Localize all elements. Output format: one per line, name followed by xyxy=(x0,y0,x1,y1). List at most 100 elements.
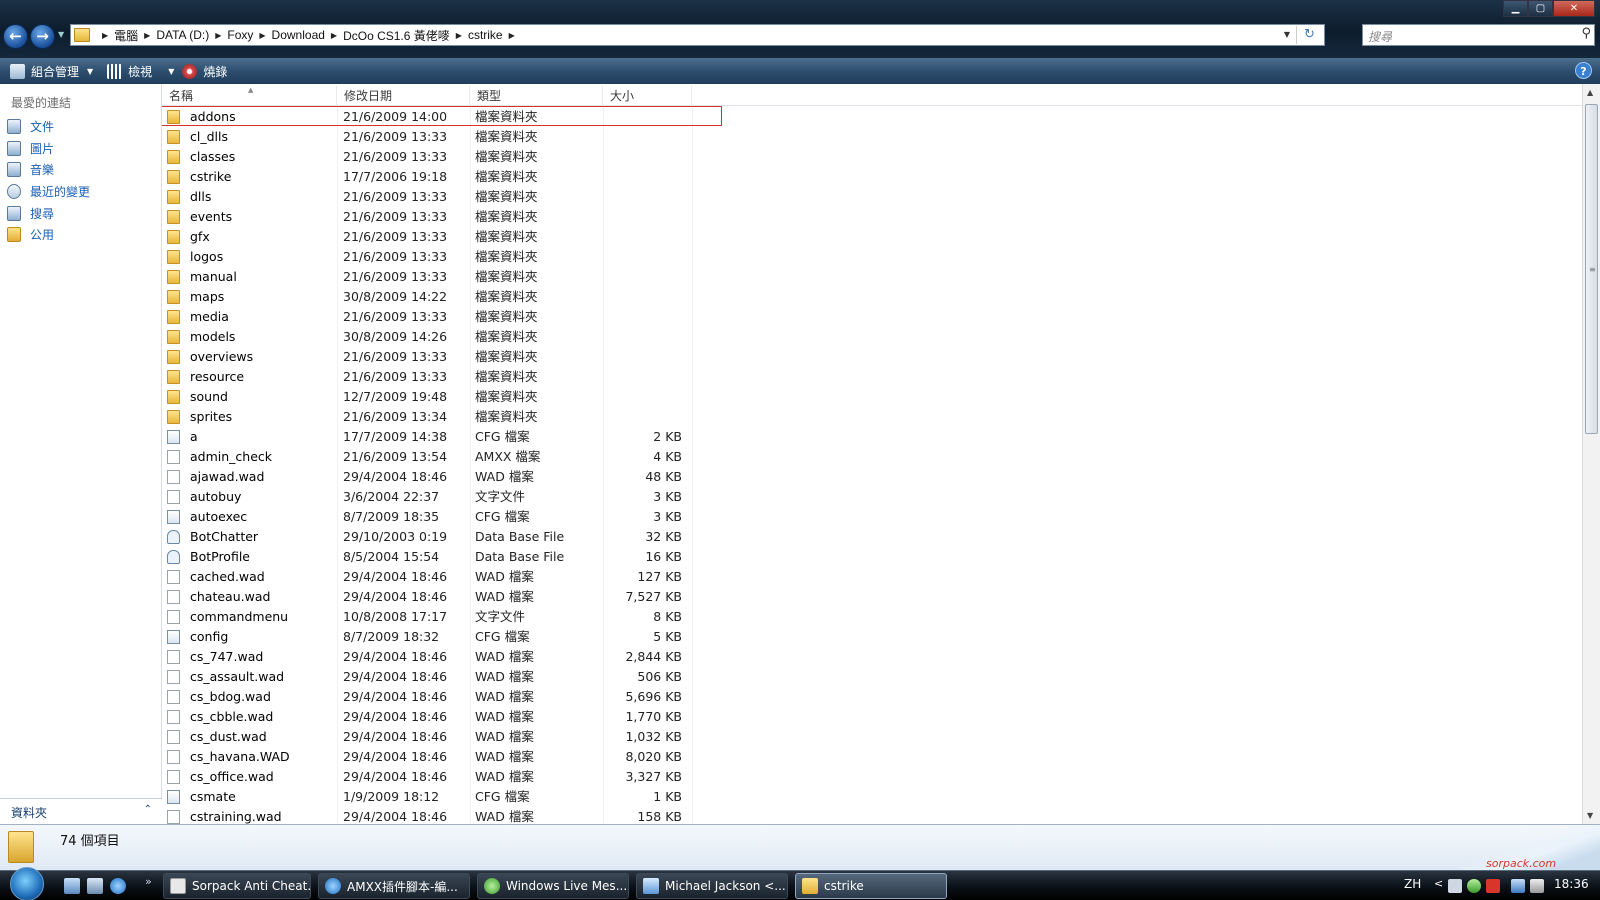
column-header-size[interactable]: 大小 xyxy=(603,86,692,106)
file-name-cell[interactable]: BotChatter xyxy=(167,527,337,547)
burn-button[interactable]: 燒錄 xyxy=(182,63,227,80)
organize-button[interactable]: 組合管理 ▼ xyxy=(10,63,93,80)
table-row[interactable]: cl_dlls 21/6/2009 13:33 檔案資料夾 xyxy=(162,127,692,147)
recent-pages-dropdown-icon[interactable]: ▼ xyxy=(58,30,64,39)
table-row[interactable]: cached.wad 29/4/2004 18:46 WAD 檔案 127 KB xyxy=(162,567,692,587)
table-row[interactable]: media 21/6/2009 13:33 檔案資料夾 xyxy=(162,307,692,327)
keyboard-icon[interactable] xyxy=(1448,879,1462,893)
chevron-right-icon[interactable]: ▶ xyxy=(331,31,337,40)
taskbar-button-amxx-editor[interactable]: AMXX插件腳本-編... xyxy=(318,873,470,899)
table-row[interactable]: cs_cbble.wad 29/4/2004 18:46 WAD 檔案 1,770 K… xyxy=(162,707,692,727)
table-row[interactable]: cstraining.wad 29/4/2004 18:46 WAD 檔案 158 K… xyxy=(162,807,692,824)
refresh-button[interactable]: ↻ xyxy=(1296,26,1322,44)
table-row[interactable]: csmate 1/9/2009 18:12 CFG 檔案 1 KB xyxy=(162,787,692,807)
file-name-cell[interactable]: manual xyxy=(167,267,337,287)
file-name-cell[interactable]: cstrike xyxy=(167,167,337,187)
table-row[interactable]: gfx 21/6/2009 13:33 檔案資料夾 xyxy=(162,227,692,247)
breadcrumb-dcoo[interactable]: DcOo CS1.6 黃佬嘜 xyxy=(343,27,450,44)
breadcrumb-drive[interactable]: DATA (D:) xyxy=(156,28,209,42)
file-name-cell[interactable]: commandmenu xyxy=(167,607,337,627)
maximize-button[interactable]: ▢ xyxy=(1528,0,1553,17)
file-name-cell[interactable]: BotProfile xyxy=(167,547,337,567)
start-button[interactable] xyxy=(10,867,44,900)
app-tray-icon[interactable] xyxy=(1486,879,1500,893)
table-row[interactable]: logos 21/6/2009 13:33 檔案資料夾 xyxy=(162,247,692,267)
language-indicator[interactable]: ZH xyxy=(1404,877,1421,891)
clock[interactable]: 18:36 xyxy=(1554,877,1589,891)
file-name-cell[interactable]: autobuy xyxy=(167,487,337,507)
show-hidden-icons-chevron[interactable]: < xyxy=(1434,877,1443,890)
file-name-cell[interactable]: autoexec xyxy=(167,507,337,527)
file-name-cell[interactable]: resource xyxy=(167,367,337,387)
nav-item-recent-changes[interactable]: 最近的變更 xyxy=(7,182,90,200)
file-name-cell[interactable]: gfx xyxy=(167,227,337,247)
breadcrumb-foxy[interactable]: Foxy xyxy=(227,28,253,42)
file-name-cell[interactable]: admin_check xyxy=(167,447,337,467)
vertical-scrollbar[interactable]: ▲ ≡ ▼ xyxy=(1582,84,1600,824)
table-row[interactable]: autoexec 8/7/2009 18:35 CFG 檔案 3 KB xyxy=(162,507,692,527)
chevron-right-icon[interactable]: ▶ xyxy=(215,31,221,40)
table-row[interactable]: cs_office.wad 29/4/2004 18:46 WAD 檔案 3,327 … xyxy=(162,767,692,787)
table-row[interactable]: cs_havana.WAD 29/4/2004 18:46 WAD 檔案 8,020 … xyxy=(162,747,692,767)
file-name-cell[interactable]: addons xyxy=(167,107,337,127)
file-name-cell[interactable]: config xyxy=(167,627,337,647)
table-row[interactable]: dlls 21/6/2009 13:33 檔案資料夾 xyxy=(162,187,692,207)
search-icon[interactable]: ⚲ xyxy=(1581,26,1591,41)
nav-item-public[interactable]: 公用 xyxy=(7,225,54,243)
file-name-cell[interactable]: sound xyxy=(167,387,337,407)
nav-item-documents[interactable]: 文件 xyxy=(7,117,54,135)
address-history-dropdown-icon[interactable]: ▼ xyxy=(1284,30,1290,39)
scrollbar-thumb[interactable]: ≡ xyxy=(1585,104,1598,434)
table-row[interactable]: overviews 21/6/2009 13:33 檔案資料夾 xyxy=(162,347,692,367)
search-input[interactable]: 搜尋 ⚲ xyxy=(1362,24,1595,46)
chevron-right-icon[interactable]: ▶ xyxy=(144,31,150,40)
switch-windows-icon[interactable] xyxy=(87,878,103,894)
internet-explorer-icon[interactable] xyxy=(110,878,126,894)
table-row[interactable]: resource 21/6/2009 13:33 檔案資料夾 xyxy=(162,367,692,387)
nav-item-music[interactable]: 音樂 xyxy=(7,160,54,178)
file-name-cell[interactable]: maps xyxy=(167,287,337,307)
messenger-tray-icon[interactable] xyxy=(1467,879,1481,893)
volume-icon[interactable] xyxy=(1530,879,1544,893)
taskbar-button-live-messenger[interactable]: Windows Live Mes... xyxy=(477,873,629,899)
chevron-right-icon[interactable]: ▶ xyxy=(259,31,265,40)
table-row[interactable]: BotChatter 29/10/2003 0:19 Data Base File 3… xyxy=(162,527,692,547)
table-row[interactable]: classes 21/6/2009 13:33 檔案資料夾 xyxy=(162,147,692,167)
help-icon[interactable]: ? xyxy=(1575,62,1592,79)
breadcrumb-download[interactable]: Download xyxy=(272,28,325,42)
table-row[interactable]: manual 21/6/2009 13:33 檔案資料夾 xyxy=(162,267,692,287)
table-row[interactable]: models 30/8/2009 14:26 檔案資料夾 xyxy=(162,327,692,347)
views-button[interactable]: 檢視 ▼ xyxy=(107,63,174,80)
file-name-cell[interactable]: overviews xyxy=(167,347,337,367)
file-name-cell[interactable]: cs_havana.WAD xyxy=(167,747,337,767)
taskbar-button-sorpack[interactable]: Sorpack Anti Cheat... xyxy=(163,873,311,899)
file-name-cell[interactable]: csmate xyxy=(167,787,337,807)
file-name-cell[interactable]: chateau.wad xyxy=(167,587,337,607)
file-name-cell[interactable]: cached.wad xyxy=(167,567,337,587)
chevron-right-icon[interactable]: ▶ xyxy=(456,31,462,40)
scroll-up-arrow-icon[interactable]: ▲ xyxy=(1587,88,1593,97)
file-name-cell[interactable]: cs_dust.wad xyxy=(167,727,337,747)
file-name-cell[interactable]: cs_assault.wad xyxy=(167,667,337,687)
file-name-cell[interactable]: a xyxy=(167,427,337,447)
table-row[interactable]: BotProfile 8/5/2004 15:54 Data Base File 16… xyxy=(162,547,692,567)
table-row[interactable]: maps 30/8/2009 14:22 檔案資料夾 xyxy=(162,287,692,307)
minimize-button[interactable]: ▁ xyxy=(1503,0,1528,17)
back-button[interactable]: ← xyxy=(3,24,28,49)
scroll-down-arrow-icon[interactable]: ▼ xyxy=(1587,811,1593,820)
column-header-name[interactable]: 名稱 ▲ xyxy=(162,86,337,106)
nav-item-pictures[interactable]: 圖片 xyxy=(7,139,54,157)
table-row[interactable]: ajawad.wad 29/4/2004 18:46 WAD 檔案 48 KB xyxy=(162,467,692,487)
breadcrumb-cstrike[interactable]: cstrike xyxy=(468,28,503,42)
address-field[interactable]: ▶ 電腦 ▶ DATA (D:) ▶ Foxy ▶ Download ▶ DcO… xyxy=(70,24,1325,46)
column-header-date[interactable]: 修改日期 xyxy=(337,86,470,106)
file-name-cell[interactable]: ajawad.wad xyxy=(167,467,337,487)
file-name-cell[interactable]: sprites xyxy=(167,407,337,427)
column-header-type[interactable]: 類型 xyxy=(470,86,603,106)
file-name-cell[interactable]: cstraining.wad xyxy=(167,807,337,824)
chevron-down-icon[interactable]: ▼ xyxy=(168,67,174,76)
table-row[interactable]: cs_assault.wad 29/4/2004 18:46 WAD 檔案 506 K… xyxy=(162,667,692,687)
table-row[interactable]: config 8/7/2009 18:32 CFG 檔案 5 KB xyxy=(162,627,692,647)
table-row[interactable]: cstrike 17/7/2006 19:18 檔案資料夾 xyxy=(162,167,692,187)
file-name-cell[interactable]: cs_office.wad xyxy=(167,767,337,787)
